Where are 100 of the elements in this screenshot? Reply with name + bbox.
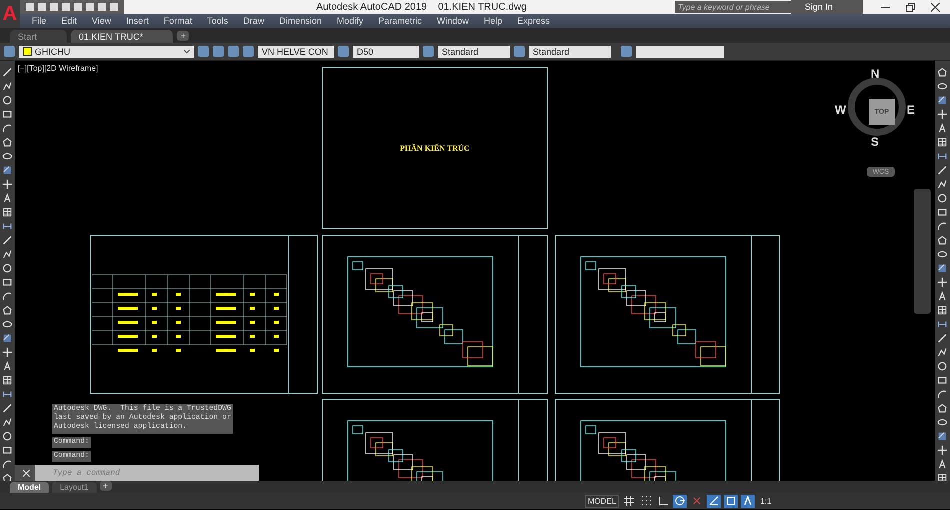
- polyline-icon[interactable]: [2, 81, 13, 92]
- polyline-icon[interactable]: [2, 417, 13, 428]
- new-layout-button[interactable]: +: [100, 481, 112, 491]
- ellipse-icon[interactable]: [2, 151, 13, 162]
- menu-item[interactable]: Modify: [336, 16, 364, 26]
- menu-item[interactable]: Help: [484, 16, 503, 26]
- polygon-icon[interactable]: [2, 473, 13, 481]
- move-icon[interactable]: [937, 109, 948, 120]
- circle-icon[interactable]: [2, 431, 13, 442]
- polyline-icon[interactable]: [937, 179, 948, 190]
- menu-item[interactable]: Tools: [207, 16, 228, 26]
- table-icon[interactable]: [937, 473, 948, 481]
- arc-icon[interactable]: [937, 389, 948, 400]
- new-tab-button[interactable]: +: [177, 31, 190, 41]
- ellipse-icon[interactable]: [2, 319, 13, 330]
- line-icon[interactable]: [2, 235, 13, 246]
- menu-item[interactable]: Express: [518, 16, 550, 26]
- annotation-scale-button[interactable]: 1:1: [758, 494, 774, 508]
- rectangle-icon[interactable]: [2, 445, 13, 456]
- table-style-dropdown[interactable]: Standard: [438, 46, 510, 58]
- rectangle-icon[interactable]: [2, 109, 13, 120]
- layout-tab[interactable]: Layout1: [52, 482, 97, 493]
- dimension-icon[interactable]: [2, 389, 13, 400]
- polar-icon: [675, 496, 686, 506]
- arc-icon[interactable]: [2, 123, 13, 134]
- viewport-label[interactable]: [−][Top][2D Wireframe]: [18, 64, 98, 73]
- polar-toggle[interactable]: [673, 494, 688, 508]
- table-icon[interactable]: [937, 305, 948, 316]
- table-icon[interactable]: [2, 375, 13, 386]
- text-icon[interactable]: [2, 193, 13, 204]
- arc-icon[interactable]: [937, 221, 948, 232]
- ellipse-icon[interactable]: [937, 249, 948, 260]
- circle-icon[interactable]: [937, 193, 948, 204]
- polygon-icon[interactable]: [937, 67, 948, 78]
- polygon-icon[interactable]: [937, 235, 948, 246]
- multileader-style-dropdown[interactable]: Standard: [529, 46, 611, 58]
- text-icon[interactable]: [2, 361, 13, 372]
- rectangle-icon[interactable]: [937, 375, 948, 386]
- osnap-toggle[interactable]: [724, 494, 738, 508]
- move-icon[interactable]: [937, 277, 948, 288]
- ellipse-icon[interactable]: [937, 81, 948, 92]
- close-icon[interactable]: [931, 2, 940, 12]
- menu-item[interactable]: Format: [164, 16, 192, 26]
- hatch-icon[interactable]: [937, 263, 948, 274]
- menu-item[interactable]: Draw: [243, 16, 264, 26]
- hatch-icon[interactable]: [937, 431, 948, 442]
- menu-item[interactable]: View: [92, 16, 112, 26]
- search-field[interactable]: Type a keyword or phrase: [674, 1, 791, 13]
- polygon-icon[interactable]: [937, 403, 948, 414]
- hatch-icon[interactable]: [937, 95, 948, 106]
- dimension-icon[interactable]: [937, 151, 948, 162]
- arc-icon[interactable]: [2, 459, 13, 470]
- file-tab[interactable]: Start: [10, 30, 68, 43]
- move-icon[interactable]: [2, 347, 13, 358]
- file-tab[interactable]: 01.KIEN TRUC*: [71, 30, 174, 43]
- polyline-icon[interactable]: [937, 347, 948, 358]
- rectangle-icon[interactable]: [2, 277, 13, 288]
- command-input[interactable]: Type a command: [35, 465, 259, 481]
- text-style-dropdown[interactable]: VN HELVE CON: [258, 46, 334, 58]
- line-icon[interactable]: [937, 333, 948, 344]
- dimension-style-dropdown[interactable]: D50: [353, 46, 419, 58]
- snap-toggle[interactable]: [639, 494, 654, 508]
- menu-item[interactable]: File: [32, 16, 47, 26]
- polyline-icon[interactable]: [2, 249, 13, 260]
- line-icon[interactable]: [2, 67, 13, 78]
- ellipse-icon[interactable]: [937, 417, 948, 428]
- line-icon[interactable]: [2, 403, 13, 414]
- text-icon[interactable]: [937, 291, 948, 302]
- maximize-icon[interactable]: [906, 2, 915, 12]
- text-icon[interactable]: [937, 123, 948, 134]
- layout-tab[interactable]: Model: [10, 482, 50, 493]
- table-icon[interactable]: [2, 207, 13, 218]
- hatch-icon[interactable]: [2, 165, 13, 176]
- input-field[interactable]: [636, 46, 724, 58]
- line-icon[interactable]: [937, 165, 948, 176]
- dimension-icon[interactable]: [937, 319, 948, 330]
- menu-item[interactable]: Dimension: [279, 16, 322, 26]
- polygon-icon[interactable]: [2, 305, 13, 316]
- move-icon[interactable]: [2, 179, 13, 190]
- circle-icon[interactable]: [2, 95, 13, 106]
- layer-dropdown[interactable]: GHICHU: [19, 46, 194, 58]
- model-space-button[interactable]: MODEL: [585, 494, 620, 508]
- hatch-icon[interactable]: [2, 333, 13, 344]
- circle-icon[interactable]: [2, 263, 13, 274]
- rectangle-icon[interactable]: [937, 207, 948, 218]
- menu-item[interactable]: Insert: [126, 16, 149, 26]
- move-icon[interactable]: [937, 445, 948, 456]
- menu-item[interactable]: Edit: [62, 16, 78, 26]
- text-icon[interactable]: [937, 459, 948, 470]
- grid-toggle[interactable]: [622, 494, 636, 508]
- sign-in-button[interactable]: Sign In: [790, 0, 863, 14]
- arc-icon[interactable]: [2, 291, 13, 302]
- menu-item[interactable]: Window: [437, 16, 470, 26]
- dimension-icon[interactable]: [2, 221, 13, 232]
- polygon-icon[interactable]: [2, 137, 13, 148]
- menu-item[interactable]: Parametric: [378, 16, 422, 26]
- tracking-toggle[interactable]: [707, 494, 722, 508]
- annotation-toggle[interactable]: [741, 494, 756, 508]
- circle-icon[interactable]: [937, 361, 948, 372]
- table-icon[interactable]: [937, 137, 948, 148]
